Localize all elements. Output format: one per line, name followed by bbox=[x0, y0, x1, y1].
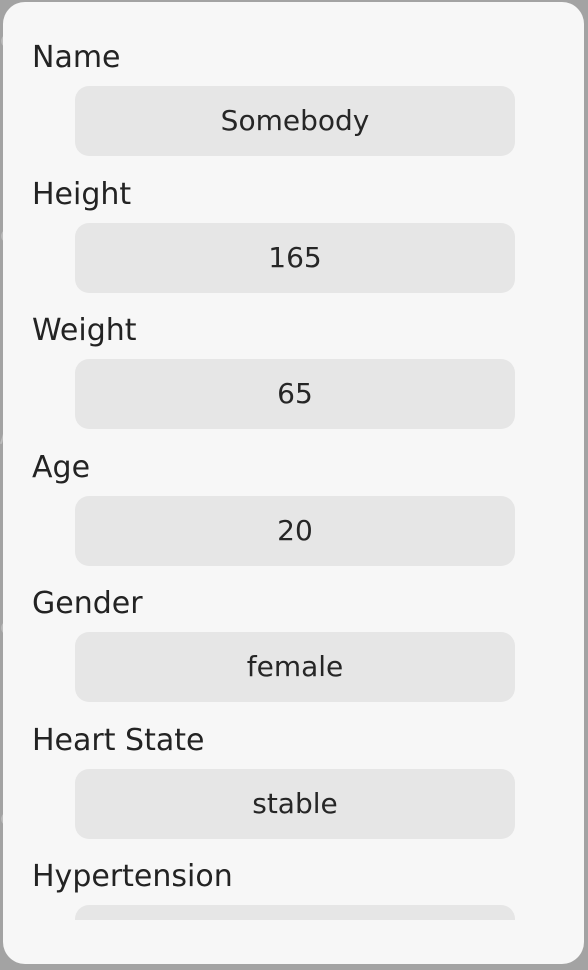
weight-label: Weight bbox=[32, 313, 137, 348]
gender-field: Gender bbox=[3, 548, 584, 702]
patient-info-dialog: Name Height Weight Age Gender Heart Stat… bbox=[3, 2, 584, 964]
age-label: Age bbox=[32, 450, 91, 485]
hypertension-input[interactable] bbox=[75, 905, 515, 920]
hypertension-field: Hypertension bbox=[3, 821, 584, 920]
height-field: Height bbox=[3, 139, 584, 293]
heart-state-field: Heart State bbox=[3, 685, 584, 839]
age-field: Age bbox=[3, 412, 584, 566]
height-label: Height bbox=[32, 177, 132, 212]
name-field: Name bbox=[3, 2, 584, 156]
field-list[interactable]: Name Height Weight Age Gender Heart Stat… bbox=[3, 2, 584, 920]
gender-label: Gender bbox=[32, 586, 143, 621]
heart-state-label: Heart State bbox=[32, 723, 205, 758]
weight-field: Weight bbox=[3, 275, 584, 429]
name-label: Name bbox=[32, 40, 121, 75]
hypertension-label: Hypertension bbox=[32, 859, 233, 894]
